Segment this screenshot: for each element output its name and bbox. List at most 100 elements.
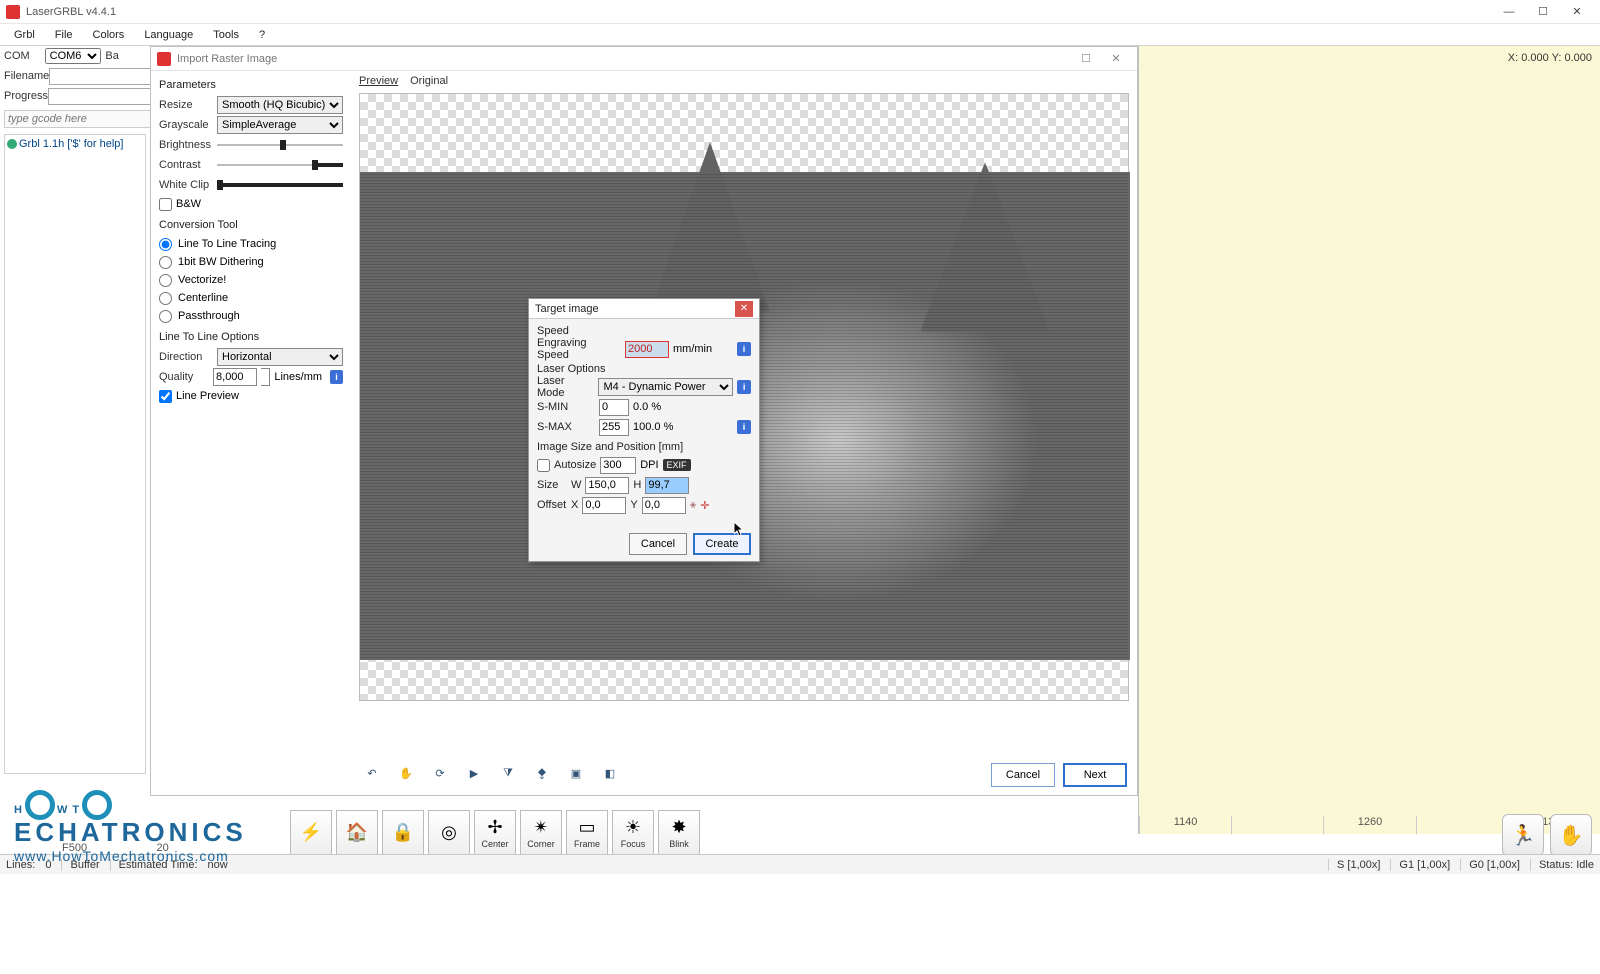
conv-passthrough[interactable] [159, 310, 172, 323]
linepreview-checkbox[interactable] [159, 390, 172, 403]
whiteclip-label: White Clip [159, 179, 213, 191]
lock-button[interactable]: 🔒 [382, 810, 424, 856]
progress-label: Progress [4, 90, 48, 102]
focus-button[interactable]: ☀Focus [612, 810, 654, 856]
contrast-slider[interactable] [217, 158, 343, 172]
engraving-speed-unit: mm/min [673, 343, 712, 355]
dpi-label: DPI [640, 459, 658, 471]
center-button[interactable]: ✢Center [474, 810, 516, 856]
w-label: W [571, 479, 581, 491]
raster-cancel-button[interactable]: Cancel [991, 763, 1055, 787]
tab-original[interactable]: Original [410, 75, 448, 93]
play-icon[interactable]: ▶ [463, 762, 485, 784]
height-input[interactable] [645, 477, 689, 494]
stage[interactable]: X: 0.000 Y: 0.000 1140 1260 1300 [1138, 46, 1600, 834]
com-label: COM [4, 50, 45, 62]
h-label: H [633, 479, 641, 491]
conv-line2line[interactable] [159, 238, 172, 251]
raster-close-button[interactable]: ✕ [1101, 52, 1131, 65]
engraving-speed-input[interactable] [625, 341, 669, 358]
target-button[interactable]: ◎ [428, 810, 470, 856]
tab-preview[interactable]: Preview [359, 75, 398, 93]
quality-input[interactable] [213, 368, 257, 386]
menu-language[interactable]: Language [134, 27, 203, 43]
quality-spinner[interactable] [261, 368, 270, 386]
smin-input[interactable] [599, 399, 629, 416]
bw-label: B&W [176, 198, 201, 210]
laser-mode-select[interactable]: M4 - Dynamic Power [598, 378, 733, 396]
contrast-label: Contrast [159, 159, 213, 171]
gcode-input[interactable] [4, 110, 155, 128]
raster-toolbar: ↶ ✋ ⟳ ▶ ⧩ ⧪ ▣ ◧ [361, 759, 621, 787]
corner-button[interactable]: ✴Corner [520, 810, 562, 856]
raster-next-button[interactable]: Next [1063, 763, 1127, 787]
frame-button[interactable]: ▭Frame [566, 810, 608, 856]
status-g0: G0 [1,00x] [1460, 859, 1520, 871]
menu-tools[interactable]: Tools [203, 27, 249, 43]
baud-label: Ba [105, 50, 146, 62]
bw-checkbox[interactable] [159, 198, 172, 211]
l2l-title: Line To Line Options [159, 331, 343, 343]
conv-centerline[interactable] [159, 292, 172, 305]
conv-vectorize[interactable] [159, 274, 172, 287]
speed-info-icon[interactable]: i [737, 342, 751, 356]
autosize-label: Autosize [554, 459, 596, 471]
offset-y-input[interactable] [642, 497, 686, 514]
raster-app-icon [157, 52, 171, 66]
engraving-speed-label: Engraving Speed [537, 337, 621, 361]
watermark: HW T ECHATRONICS www.HowToMechatronics.c… [14, 784, 247, 864]
whiteclip-slider[interactable] [217, 178, 343, 192]
invert-icon[interactable]: ◧ [599, 762, 621, 784]
autosize-checkbox[interactable] [537, 459, 550, 472]
width-input[interactable] [585, 477, 629, 494]
center-origin-icon[interactable]: ✛ [700, 499, 709, 512]
status-g1: G1 [1,00x] [1390, 859, 1450, 871]
dialog-close-button[interactable]: ✕ [735, 301, 753, 317]
dialog-cancel-button[interactable]: Cancel [629, 533, 687, 555]
hand-icon[interactable]: ✋ [395, 762, 417, 784]
jog-stop-icon[interactable]: ✋ [1550, 814, 1592, 856]
mirror-d-icon[interactable]: ⧪ [531, 762, 553, 784]
app-icon [6, 5, 20, 19]
laser-info-icon[interactable]: i [737, 380, 751, 394]
menu-colors[interactable]: Colors [83, 27, 135, 43]
smax-label: S-MAX [537, 421, 595, 433]
maximize-button[interactable]: ☐ [1526, 1, 1560, 23]
com-select[interactable]: COM6 [45, 48, 102, 64]
dialog-create-button[interactable]: Create [693, 533, 751, 555]
grayscale-select[interactable]: SimpleAverage [217, 116, 343, 134]
smin-label: S-MIN [537, 401, 595, 413]
quality-info-icon[interactable]: i [330, 370, 343, 384]
laser-mode-label: Laser Mode [537, 375, 594, 399]
resize-select[interactable]: Smooth (HQ Bicubic) [217, 96, 343, 114]
offset-label: Offset [537, 499, 567, 511]
lock-ratio-icon[interactable]: ⚹ [690, 499, 697, 512]
jog-run-icon[interactable]: 🏃 [1502, 814, 1544, 856]
conv-dithering[interactable] [159, 256, 172, 269]
direction-select[interactable]: Horizontal [217, 348, 343, 366]
exif-button[interactable]: EXIF [663, 459, 691, 471]
smax-info-icon[interactable]: i [737, 420, 751, 434]
x-label: X [571, 499, 578, 511]
menu-grbl[interactable]: Grbl [4, 27, 45, 43]
dpi-input[interactable] [600, 457, 636, 474]
offset-x-input[interactable] [582, 497, 626, 514]
undo-icon[interactable]: ↶ [361, 762, 383, 784]
menu-help[interactable]: ? [249, 27, 275, 43]
brightness-slider[interactable] [217, 138, 343, 152]
close-button[interactable]: ✕ [1560, 1, 1594, 23]
home-button[interactable]: 🏠 [336, 810, 378, 856]
blink-button[interactable]: ✸Blink [658, 810, 700, 856]
quality-unit: Lines/mm [274, 371, 322, 383]
size-group-label: Image Size and Position [mm] [537, 441, 751, 453]
rotate-icon[interactable]: ⟳ [429, 762, 451, 784]
raster-maximize-button[interactable]: ☐ [1071, 52, 1101, 65]
connect-button[interactable]: ⚡ [290, 810, 332, 856]
crop-icon[interactable]: ▣ [565, 762, 587, 784]
smax-input[interactable] [599, 419, 629, 436]
minimize-button[interactable]: — [1492, 1, 1526, 23]
brightness-label: Brightness [159, 139, 213, 151]
mirror-v-icon[interactable]: ⧩ [497, 762, 519, 784]
menu-file[interactable]: File [45, 27, 83, 43]
right-buttons: 🏃 ✋ [1502, 814, 1592, 856]
